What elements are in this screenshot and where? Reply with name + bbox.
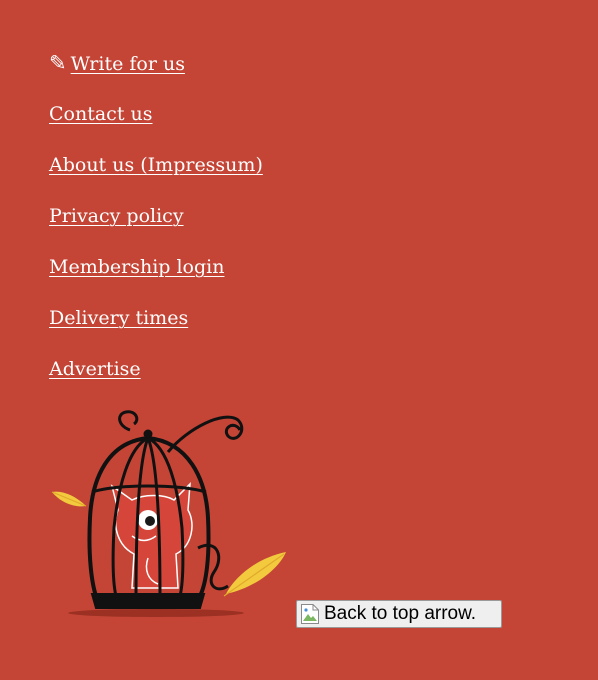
footer-item-membership: Membership login: [49, 248, 263, 299]
caged-cat-illustration: [51, 410, 286, 617]
back-to-top-alt-text: Back to top arrow.: [324, 603, 477, 624]
contact-us-link[interactable]: Contact us: [49, 103, 152, 125]
footer-item-contact: Contact us: [49, 95, 263, 146]
feather-icon: [223, 552, 286, 597]
footer-item-write: ✎ Write for us: [49, 44, 263, 95]
back-to-top-button[interactable]: Back to top arrow.: [296, 600, 502, 628]
write-for-us-label: Write for us: [70, 53, 185, 75]
cat-icon: [110, 482, 193, 589]
footer-item-about: About us (Impressum): [49, 146, 263, 197]
broken-image-icon: [301, 604, 319, 624]
delivery-times-link[interactable]: Delivery times: [49, 307, 188, 329]
about-us-link[interactable]: About us (Impressum): [49, 154, 263, 176]
advertise-link[interactable]: Advertise: [49, 358, 141, 380]
membership-login-link[interactable]: Membership login: [49, 256, 224, 278]
footer-item-advertise: Advertise: [49, 350, 263, 401]
footer-links: ✎ Write for us Contact us About us (Impre…: [49, 44, 263, 401]
feather-icon: [51, 491, 87, 507]
pencil-icon: ✎: [49, 51, 67, 75]
privacy-policy-link[interactable]: Privacy policy: [49, 205, 184, 227]
footer-item-delivery: Delivery times: [49, 299, 263, 350]
footer-item-privacy: Privacy policy: [49, 197, 263, 248]
write-for-us-link[interactable]: ✎ Write for us: [49, 51, 185, 75]
